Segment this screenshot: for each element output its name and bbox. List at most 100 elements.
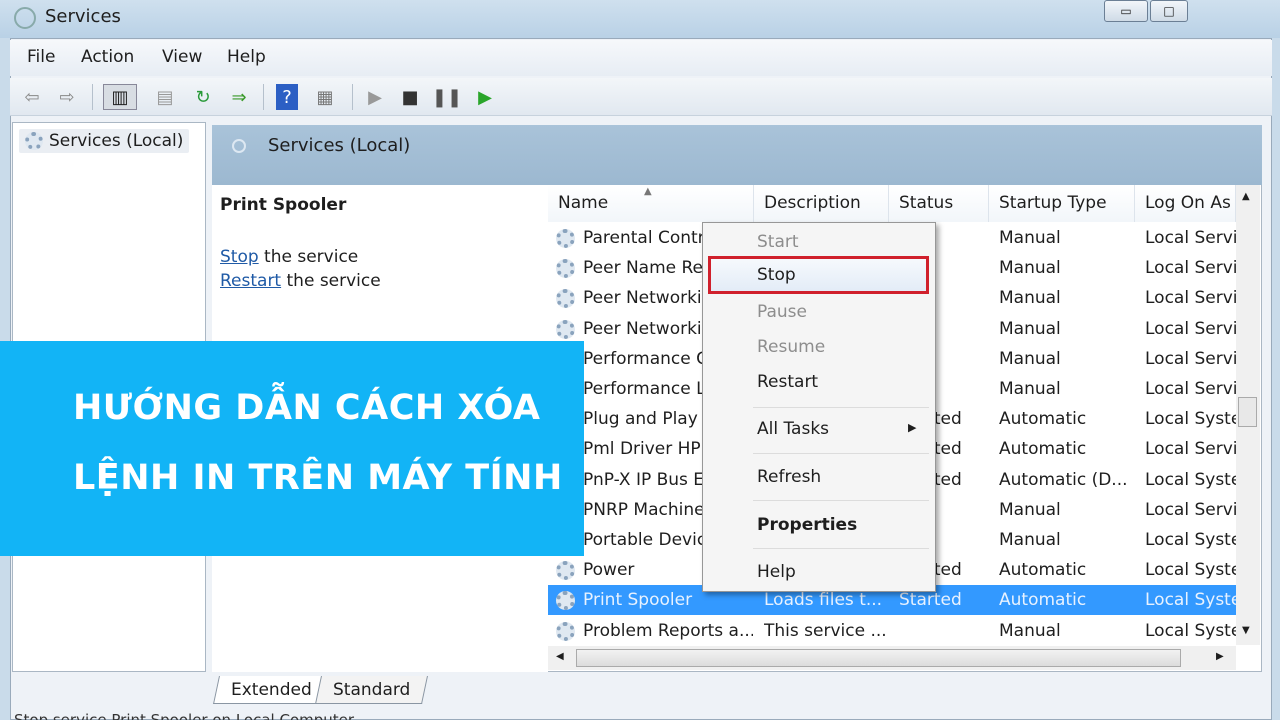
toolbar-separator <box>352 84 353 110</box>
cell-logon: Local System <box>1145 620 1236 641</box>
link-text: the service <box>281 271 381 291</box>
menu-file[interactable]: File <box>27 47 55 67</box>
cell-logon: Local System <box>1145 590 1236 611</box>
cell-startup: Manual <box>999 228 1061 248</box>
link-text: the service <box>258 247 359 267</box>
gear-icon <box>556 229 575 248</box>
menu-item-resume[interactable]: Resume <box>757 337 825 357</box>
gear-icon <box>556 259 575 279</box>
menu-separator <box>753 407 929 408</box>
stop-service-link[interactable]: Stop <box>220 247 259 267</box>
cell-startup: Automatic <box>999 560 1087 581</box>
refresh-icon[interactable]: ↻ <box>190 84 216 110</box>
cell-logon: Local Service <box>1145 258 1236 279</box>
cell-logon: Local Service <box>1145 228 1236 248</box>
show-hide-icon[interactable]: ▦ <box>312 84 338 110</box>
column-header-startup-type[interactable]: Startup Type <box>989 185 1135 222</box>
gear-icon <box>25 132 43 150</box>
cell-logon: Local Service <box>1145 318 1236 339</box>
cell-startup: Manual <box>999 379 1061 399</box>
status-bar: Stop service Print Spooler on Local Comp… <box>14 711 355 720</box>
cell-logon: Local System <box>1145 530 1236 550</box>
service-row[interactable]: Problem Reports a... This service ... Manu… <box>548 616 1236 645</box>
services-app-icon <box>14 7 36 29</box>
resume-icon[interactable]: ▶ <box>472 84 498 110</box>
sort-ascending-icon: ▲ <box>644 186 652 197</box>
properties-icon[interactable]: ▤ <box>152 84 178 110</box>
cell-logon: Local System <box>1145 560 1236 581</box>
cell-startup: Manual <box>999 288 1061 309</box>
tab-extended[interactable]: Extended <box>213 676 330 704</box>
cell-startup: Manual <box>999 530 1061 550</box>
cell-startup: Manual <box>999 620 1061 641</box>
stop-icon[interactable]: ■ <box>397 84 423 110</box>
scrollbar-thumb[interactable] <box>1238 397 1257 427</box>
scroll-left-icon[interactable]: ◀ <box>556 651 564 662</box>
export-icon[interactable]: ⇒ <box>226 84 252 110</box>
help-icon[interactable]: ? <box>276 84 298 110</box>
gear-icon <box>556 621 575 641</box>
menu-item-restart[interactable]: Restart <box>757 372 818 392</box>
tab-standard[interactable]: Standard <box>315 676 429 704</box>
services-icon <box>232 139 246 153</box>
menu-item-properties[interactable]: Properties <box>757 515 857 535</box>
back-icon[interactable]: ⇦ <box>19 84 45 110</box>
title-bar: Services <box>0 0 1280 38</box>
cell-desc: This service ... <box>764 620 887 641</box>
cell-name: Problem Reports a... <box>583 620 753 641</box>
restart-service-link[interactable]: Restart <box>220 271 281 291</box>
menu-item-help[interactable]: Help <box>757 562 796 582</box>
start-icon[interactable]: ▶ <box>362 84 388 110</box>
menu-help[interactable]: Help <box>227 47 266 67</box>
submenu-arrow-icon: ▶ <box>908 421 917 434</box>
menu-item-all-tasks[interactable]: All Tasks <box>757 419 829 439</box>
tree-item-services-local[interactable]: Services (Local) <box>19 129 190 153</box>
selected-service-title: Print Spooler <box>220 195 347 215</box>
pause-icon[interactable]: ❚❚ <box>432 84 462 110</box>
menu-action[interactable]: Action <box>81 47 134 67</box>
pane-title: Services (Local) <box>268 135 411 156</box>
vertical-scrollbar[interactable]: ▲ ▼ <box>1236 185 1260 645</box>
forward-icon[interactable]: ⇨ <box>54 84 80 110</box>
column-header-name[interactable]: Name ▲ <box>548 185 754 222</box>
title-banner: HƯỚNG DẪN CÁCH XÓA LỆNH IN TRÊN MÁY TÍNH <box>0 341 584 556</box>
column-header-log-on-as[interactable]: Log On As <box>1135 185 1236 222</box>
menu-item-start[interactable]: Start <box>757 232 799 252</box>
cell-logon: Local Service <box>1145 348 1236 369</box>
minimize-button[interactable]: ▭ <box>1104 0 1148 22</box>
column-header-status[interactable]: Status <box>889 185 989 222</box>
cell-startup: Automatic <box>999 409 1087 430</box>
console-tree-icon[interactable]: ▥ <box>103 84 137 110</box>
cell-logon: Local Service <box>1145 439 1236 460</box>
menu-separator <box>753 453 929 454</box>
menu-view[interactable]: View <box>162 47 202 67</box>
gear-icon <box>556 289 575 309</box>
toolbar-separator <box>92 84 93 110</box>
horizontal-scrollbar[interactable]: ◀ ▶ <box>548 646 1236 670</box>
scroll-right-icon[interactable]: ▶ <box>1216 651 1224 662</box>
scroll-down-icon[interactable]: ▼ <box>1242 625 1250 636</box>
tree-item-label: Services (Local) <box>49 131 184 151</box>
banner-line-2: LỆNH IN TRÊN MÁY TÍNH <box>73 458 563 498</box>
menu-item-refresh[interactable]: Refresh <box>757 467 821 487</box>
gear-icon <box>556 561 575 581</box>
cell-startup: Automatic <box>999 439 1087 460</box>
maximize-button[interactable]: □ <box>1150 0 1188 22</box>
toolbar-separator <box>263 84 264 110</box>
column-header-description[interactable]: Description <box>754 185 889 222</box>
cell-logon: Local Service <box>1145 288 1236 309</box>
menu-item-stop[interactable]: Stop <box>708 256 929 294</box>
menu-item-stop-label: Stop <box>757 265 796 285</box>
pane-header: Services (Local) <box>212 125 1262 185</box>
scrollbar-thumb[interactable] <box>576 649 1181 667</box>
gear-icon <box>556 591 575 611</box>
cell-logon: Local System <box>1145 409 1236 430</box>
gear-icon <box>556 319 575 339</box>
cell-startup: Manual <box>999 499 1061 520</box>
cell-startup: Manual <box>999 348 1061 369</box>
menu-item-pause[interactable]: Pause <box>757 302 807 322</box>
scroll-up-icon[interactable]: ▲ <box>1242 191 1250 202</box>
cell-startup: Manual <box>999 318 1061 339</box>
cell-logon: Local Service <box>1145 379 1236 399</box>
cell-startup: Automatic (D... <box>999 469 1128 490</box>
